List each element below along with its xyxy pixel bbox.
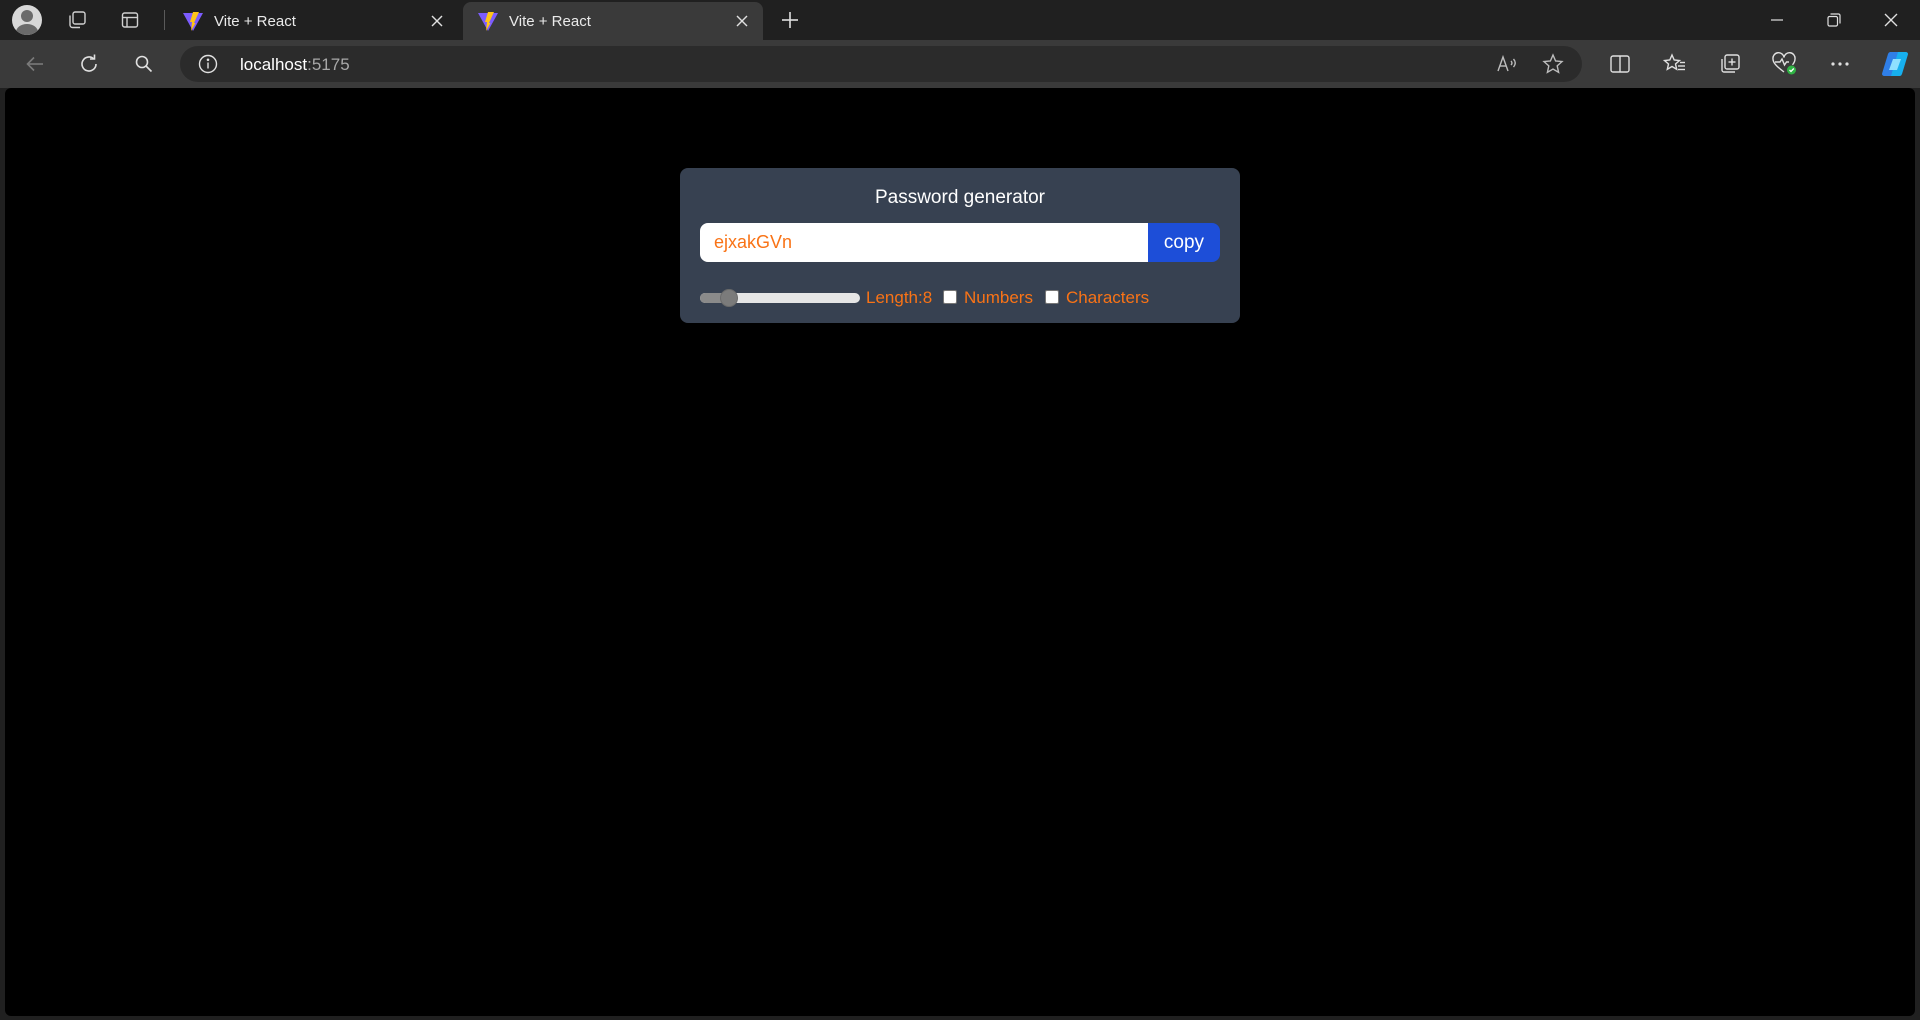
tab-title: Vite + React (509, 12, 591, 30)
more-icon (1831, 62, 1849, 66)
back-arrow-icon (26, 56, 43, 72)
vite-logo-icon (183, 12, 203, 31)
vertical-tabs-icon (121, 12, 139, 28)
minimize-icon (1771, 19, 1783, 21)
search-button[interactable] (124, 46, 164, 82)
numbers-label[interactable]: Numbers (964, 288, 1033, 308)
tab-divider (164, 10, 165, 30)
vite-logo-icon (478, 12, 498, 31)
page-title: Password generator (874, 187, 1046, 208)
avatar-icon (12, 5, 42, 35)
split-screen-button[interactable] (1600, 46, 1640, 82)
collections-icon (1721, 54, 1740, 73)
workspaces-button[interactable] (55, 4, 99, 36)
refresh-icon (81, 54, 97, 72)
slider-thumb[interactable] (719, 289, 738, 307)
length-slider[interactable] (700, 289, 860, 307)
minimize-button[interactable] (1748, 0, 1806, 40)
favorites-button[interactable] (1655, 46, 1695, 82)
copilot-button[interactable] (1875, 46, 1915, 82)
close-icon (736, 15, 748, 27)
site-info-button[interactable] (196, 52, 220, 76)
star-icon (1542, 53, 1564, 74)
profile-button[interactable] (5, 4, 49, 36)
tab-strip: Vite + React Vite + React (0, 0, 1920, 40)
options-row: Length:8 Numbers Characters (700, 286, 1230, 310)
close-tab-button[interactable] (731, 10, 753, 32)
read-aloud-icon (1497, 54, 1516, 72)
copilot-icon (1882, 52, 1908, 76)
info-icon (198, 54, 218, 74)
back-button[interactable] (15, 46, 55, 82)
workspaces-icon (69, 11, 86, 29)
numbers-checkbox[interactable] (943, 290, 957, 304)
restore-icon (1827, 13, 1841, 27)
close-tab-button[interactable] (426, 10, 448, 32)
refresh-button[interactable] (69, 46, 109, 82)
password-field[interactable] (700, 223, 1148, 262)
close-icon (1884, 13, 1898, 27)
tab-actions-button[interactable] (108, 4, 152, 36)
more-button[interactable] (1820, 46, 1860, 82)
address-bar[interactable]: localhost:5175 (180, 46, 1582, 82)
new-tab-button[interactable] (768, 4, 812, 36)
favorite-button[interactable] (1538, 52, 1568, 76)
read-aloud-button[interactable] (1492, 52, 1522, 76)
restore-button[interactable] (1805, 0, 1863, 40)
favorites-icon (1663, 53, 1685, 71)
password-generator-card: Password generator copy Length:8 Numbers… (680, 168, 1240, 323)
characters-label[interactable]: Characters (1066, 288, 1149, 308)
page-viewport: Password generator copy Length:8 Numbers… (5, 88, 1915, 1016)
browser-essentials-button[interactable] (1765, 46, 1805, 82)
close-icon (431, 15, 443, 27)
tab-title: Vite + React (214, 12, 296, 30)
heart-pulse-icon (1772, 52, 1796, 75)
characters-checkbox[interactable] (1045, 290, 1059, 304)
search-icon (135, 55, 153, 73)
split-screen-icon (1610, 55, 1630, 73)
length-label: Length:8 (866, 288, 933, 307)
browser-toolbar: localhost:5175 (0, 40, 1920, 88)
close-window-button[interactable] (1862, 0, 1920, 40)
url-port: :5175 (307, 55, 350, 74)
url-host: localhost (240, 55, 308, 74)
tab-vite-react-1[interactable]: Vite + React (168, 2, 458, 40)
url-text[interactable]: localhost:5175 (240, 55, 350, 75)
tab-vite-react-2[interactable]: Vite + React (463, 2, 763, 40)
plus-icon (782, 12, 798, 28)
copy-button[interactable]: copy (1148, 223, 1220, 262)
collections-button[interactable] (1710, 46, 1750, 82)
